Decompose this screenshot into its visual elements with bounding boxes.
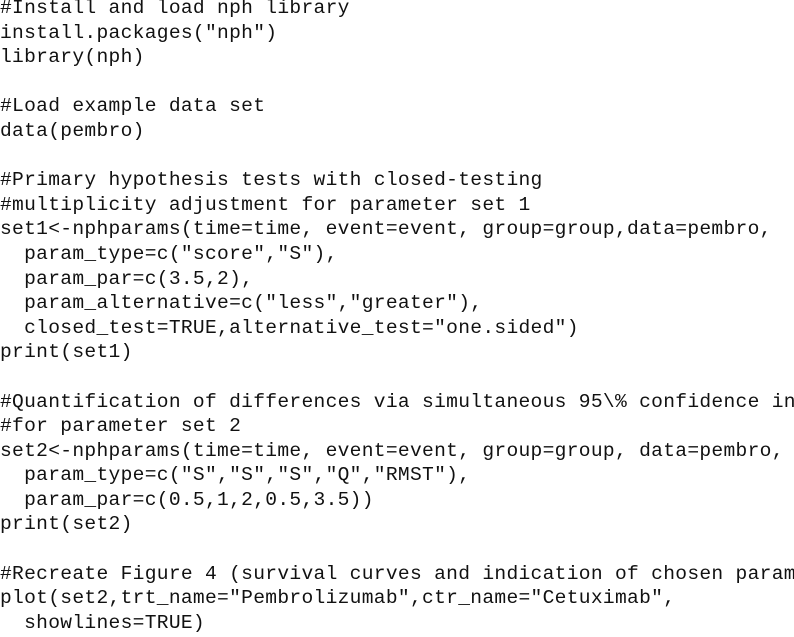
code-line: plot(set2,trt_name="Pembrolizumab",ctr_n… xyxy=(0,587,676,610)
code-line: param_par=c(0.5,1,2,0.5,3.5)) xyxy=(0,488,374,511)
comment-line: #Quantification of differences via simul… xyxy=(0,390,794,413)
comment-line: #multiplicity adjustment for parameter s… xyxy=(0,193,531,216)
comment-line: #Load example data set xyxy=(0,95,266,118)
code-line: install.packages("nph") xyxy=(0,21,278,44)
code-line: set1<-nphparams(time=time, event=event, … xyxy=(0,218,772,241)
code-line: param_par=c(3.5,2), xyxy=(0,267,254,290)
code-line: print(set2) xyxy=(0,513,133,536)
code-line: showlines=TRUE) xyxy=(0,611,205,634)
comment-line: #Install and load nph library xyxy=(0,0,350,19)
code-line: param_type=c("score","S"), xyxy=(0,242,338,265)
r-code-listing: #Install and load nph library install.pac… xyxy=(0,0,794,635)
code-line: param_type=c("S","S","S","Q","RMST"), xyxy=(0,464,471,487)
comment-line: #Recreate Figure 4 (survival curves and … xyxy=(0,562,794,585)
code-line: data(pembro) xyxy=(0,119,145,142)
code-line: set2<-nphparams(time=time, event=event, … xyxy=(0,439,784,462)
code-line: library(nph) xyxy=(0,46,145,69)
code-line: print(set1) xyxy=(0,341,133,364)
comment-line: #for parameter set 2 xyxy=(0,415,242,438)
code-line: closed_test=TRUE,alternative_test="one.s… xyxy=(0,316,579,339)
comment-line: #Primary hypothesis tests with closed-te… xyxy=(0,169,543,192)
code-line: param_alternative=c("less","greater"), xyxy=(0,292,483,315)
